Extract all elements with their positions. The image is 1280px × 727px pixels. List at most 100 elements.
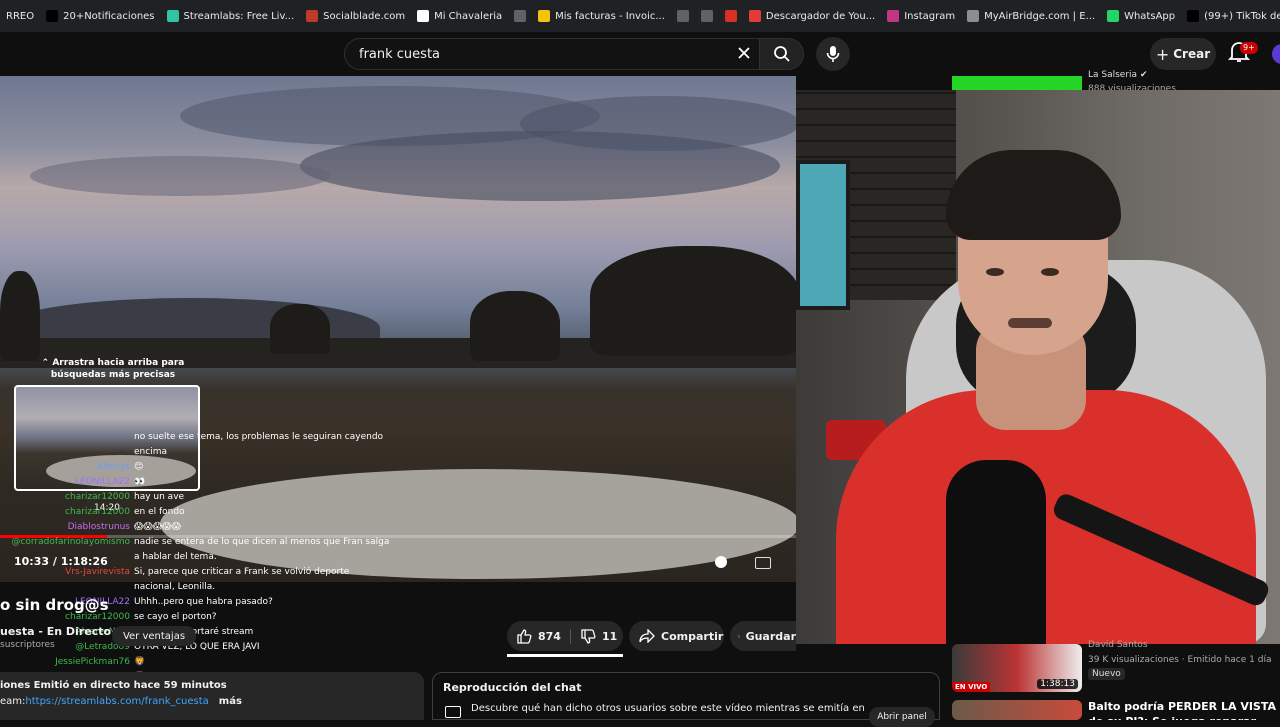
subtitles-icon[interactable] (755, 557, 771, 569)
perks-button[interactable]: Ver ventajas (112, 626, 196, 646)
chat-message: charizar12000 hay un ave (0, 490, 184, 505)
share-icon (639, 629, 655, 643)
chat-message: Vrs-Javirevista Si, parece que criticar a… (0, 565, 349, 580)
bookmark-item[interactable] (719, 0, 743, 32)
save-button[interactable]: Guardar (730, 621, 796, 651)
suggestion-thumbnail-3[interactable] (952, 700, 1082, 720)
clear-search-icon[interactable] (736, 45, 752, 61)
monitor (796, 160, 850, 310)
suggestion-2-channel[interactable]: David Santos (1088, 640, 1148, 649)
chat-username: Allen.Jx (96, 462, 130, 472)
search-box[interactable]: frank cuesta (344, 38, 760, 70)
chat-message: encima (0, 445, 167, 460)
chat-replay-title: Reproducción del chat (443, 681, 582, 694)
chat-text: a hablar del tema. (134, 552, 217, 562)
x-icon (46, 10, 59, 22)
github-icon (417, 10, 430, 22)
video-title: o sin drog@s (0, 596, 109, 614)
description-link[interactable]: https://streamlabs.com/frank_cuesta (25, 696, 208, 707)
share-button[interactable]: Compartir (629, 621, 724, 651)
search-icon (773, 46, 790, 62)
bookmark-item[interactable]: 20+Notificaciones (40, 0, 160, 32)
description-box[interactable]: iones Emitió en directo hace 59 minutos … (0, 672, 424, 720)
microphone (946, 460, 1046, 644)
chat-message: nacional, Leonilla. (0, 580, 215, 595)
open-panel-button[interactable]: Abrir panel (869, 707, 935, 727)
chat-message: LEONILLA22 👀 (0, 475, 145, 490)
chat-message: JessiePickman76 🦁 (0, 655, 145, 670)
drag-hint-arrow-icon: ⌃ (41, 358, 53, 368)
chat-username: Vrs-Javirevista (65, 567, 130, 577)
thumbs-down-icon (581, 628, 596, 644)
bookmark-item[interactable]: WhatsApp (1101, 0, 1181, 32)
plus-icon: + (1155, 44, 1170, 64)
duration-badge: 1:38:13 (1037, 679, 1078, 689)
chat-text: no suelte ese tema, los problemas le seg… (134, 432, 384, 442)
description-more[interactable]: más (219, 696, 242, 707)
webcam-overlay (796, 90, 1280, 644)
bookmark-label: MyAirBridge.com | E... (984, 10, 1096, 22)
like-button[interactable]: 874 (507, 628, 571, 644)
create-button[interactable]: + Crear (1150, 38, 1216, 70)
save-label: Guardar (745, 629, 796, 643)
suggestion-3-title[interactable]: Balto podría PERDER LA VISTA (1088, 700, 1276, 713)
share-label: Compartir (661, 629, 724, 643)
bookmark-item[interactable] (671, 0, 695, 32)
bookmark-label: (99+) TikTok de Javi... (1204, 10, 1280, 22)
dislike-count: 11 (602, 629, 618, 643)
chat-username: LEONILLA22 (74, 477, 130, 487)
bookmark-item[interactable]: (99+) TikTok de Javi... (1181, 0, 1280, 32)
bookmark-icon (738, 635, 740, 638)
description-meta: iones Emitió en directo hace 59 minutos (0, 680, 227, 691)
search-input[interactable]: frank cuesta (359, 47, 440, 62)
bookmark-item[interactable]: Socialblade.com (300, 0, 411, 32)
bookmark-label: Streamlabs: Free Liv... (183, 10, 295, 22)
chat-text: encima (134, 447, 167, 457)
red-dot-icon (724, 10, 737, 22)
autoplay-toggle-icon[interactable] (715, 556, 727, 568)
drag-hint: ⌃ Arrastra hacia arriba para búsquedas m… (41, 358, 185, 380)
suggestion-thumbnail-1[interactable] (952, 76, 1082, 90)
create-label: Crear (1173, 47, 1211, 61)
bookmark-item[interactable]: Instagram (881, 0, 961, 32)
chat-message: no suelte ese tema, los problemas le seg… (0, 430, 383, 445)
download-icon (748, 10, 761, 22)
voice-search-button[interactable] (816, 37, 850, 71)
new-badge: Nuevo (1088, 668, 1125, 680)
bookmark-item[interactable] (508, 0, 532, 32)
chat-text: en el fondo (134, 507, 185, 517)
bookmark-item[interactable]: Streamlabs: Free Liv... (161, 0, 301, 32)
bookmark-item[interactable]: MyAirBridge.com | E... (961, 0, 1101, 32)
suggestion-1-channel[interactable]: La Salseria ✔ (1088, 70, 1147, 80)
chat-text: 👀 (134, 477, 146, 487)
suggestion-3-subtitle: de su PJ?: Se juega reparar (1088, 715, 1256, 720)
instagram-icon (887, 10, 900, 22)
chat-text: Uhhh..pero que habra pasado? (134, 597, 273, 607)
bookmark-item[interactable]: Descargador de You... (743, 0, 881, 32)
bookmark-item[interactable]: Mi Chavaleria (411, 0, 508, 32)
chat-text: nacional, Leonilla. (134, 582, 216, 592)
bookmark-label: Instagram (904, 10, 956, 22)
channel-name[interactable]: uesta - En Directo (0, 625, 111, 638)
chat-username: JessiePickman76 (55, 657, 130, 667)
suggestion-2-meta: 39 K visualizaciones · Emitido hace 1 dí… (1088, 655, 1272, 665)
bookmark-item[interactable]: Mis facturas - Invoic... (532, 0, 671, 32)
chat-username: @corradofarinolayomismo (11, 537, 130, 547)
like-dislike-group: 874 11 (507, 621, 623, 651)
bookmark-item[interactable] (695, 0, 719, 32)
globe-icon (700, 10, 713, 22)
search-button[interactable] (760, 38, 804, 70)
chat-replay-text: Descubre qué han dicho otros usuarios so… (471, 703, 865, 714)
subscriber-count: suscriptores (0, 640, 55, 650)
thumbs-up-icon (517, 628, 532, 644)
chat-text: se cayo el porton? (134, 612, 217, 622)
bookmark-label: RREO (6, 10, 35, 22)
bookmark-item[interactable]: RREO (0, 0, 40, 32)
notification-badge: 9+ (1240, 42, 1258, 54)
chat-text: hay un ave (134, 492, 185, 502)
chat-replay-icon (445, 706, 461, 718)
chat-username: charizar12000 (65, 492, 130, 502)
chat-text: nadie se entera de lo que dicen al menos… (134, 537, 390, 547)
dislike-button[interactable]: 11 (571, 628, 618, 644)
suggestion-thumbnail-2[interactable]: EN VIVO 1:38:13 (952, 644, 1082, 692)
